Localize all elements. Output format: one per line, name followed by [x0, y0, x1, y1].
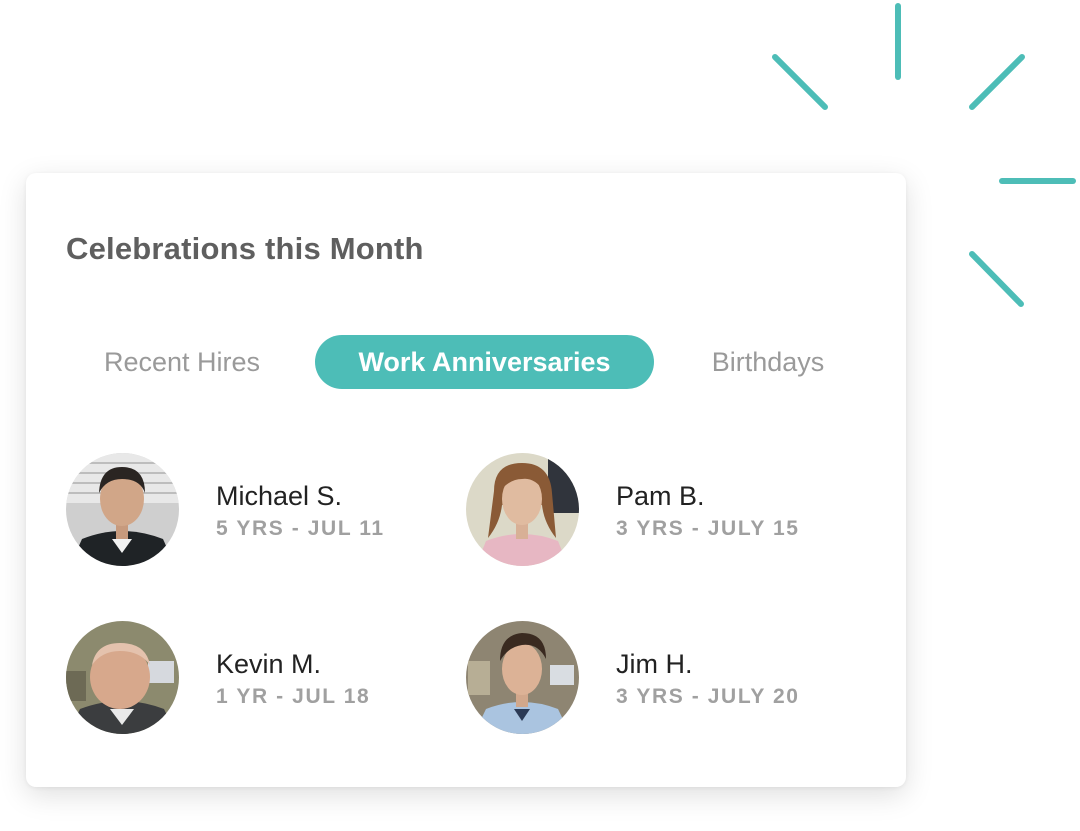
person-name: Kevin M.: [216, 649, 322, 679]
person-photo-icon: [466, 621, 579, 734]
tab-work-anniversaries[interactable]: Work Anniversaries: [315, 335, 654, 389]
avatar: [66, 453, 179, 566]
person-photo-icon: [66, 621, 179, 734]
avatar: [466, 453, 579, 566]
person-name: Jim H.: [616, 649, 693, 679]
person-anniversary: 3 YRS - JULY 15: [616, 517, 800, 540]
avatar: [466, 621, 579, 734]
ray: [969, 54, 1025, 110]
person-anniversary: 3 YRS - JULY 20: [616, 685, 800, 708]
person-photo-icon: [466, 453, 579, 566]
person-photo-icon: [66, 453, 179, 566]
card-title: Celebrations this Month: [66, 231, 424, 266]
ray: [772, 54, 828, 110]
person-card[interactable]: Jim H. 3 YRS - JULY 20: [466, 621, 826, 735]
person-anniversary: 5 YRS - JUL 11: [216, 517, 385, 540]
person-anniversary: 1 YR - JUL 18: [216, 685, 371, 708]
tab-recent-hires[interactable]: Recent Hires: [88, 335, 276, 389]
celebrations-card: Celebrations this Month Recent Hires Wor…: [26, 173, 906, 787]
person-card[interactable]: Pam B. 3 YRS - JULY 15: [466, 453, 826, 567]
ray: [969, 251, 1024, 307]
person-card[interactable]: Michael S. 5 YRS - JUL 11: [66, 453, 426, 567]
avatar: [66, 621, 179, 734]
person-name: Pam B.: [616, 481, 705, 511]
tab-birthdays[interactable]: Birthdays: [692, 335, 844, 389]
person-name: Michael S.: [216, 481, 343, 511]
tab-bar: Recent Hires Work Anniversaries Birthday…: [26, 335, 906, 389]
person-card[interactable]: Kevin M. 1 YR - JUL 18: [66, 621, 426, 735]
